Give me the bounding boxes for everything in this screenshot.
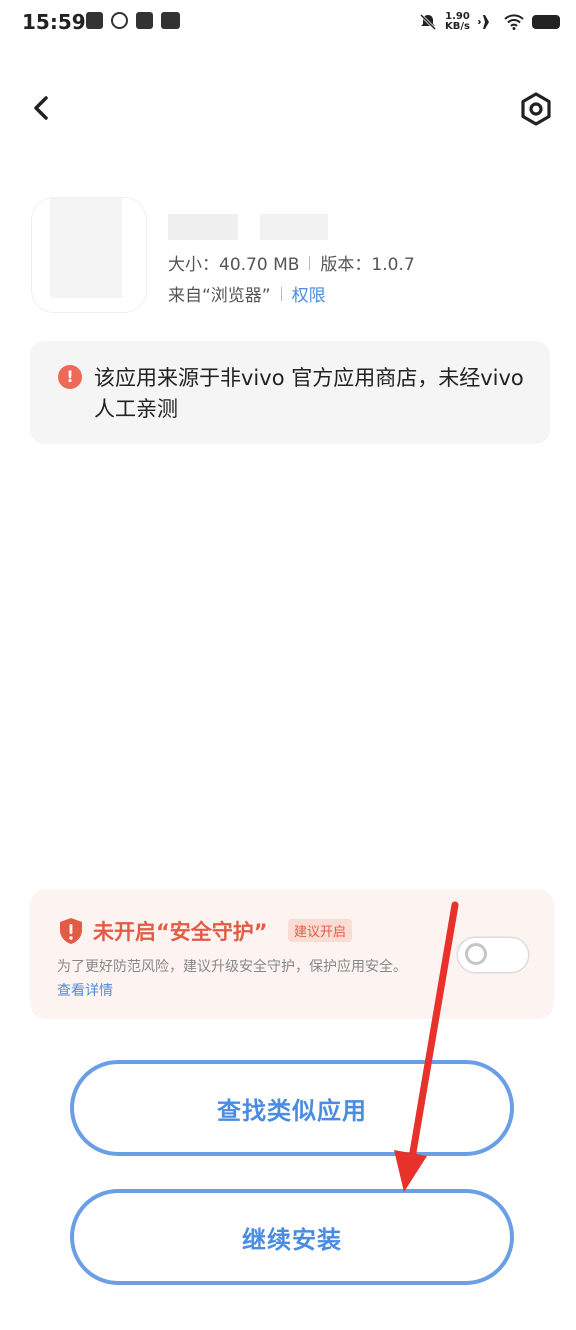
details-link[interactable]: 查看详情: [57, 983, 113, 999]
warning-exclamation-icon: !: [58, 365, 82, 389]
settings-hexagon-icon[interactable]: [516, 89, 556, 129]
app-icon: [111, 12, 128, 29]
mute-icon: [419, 13, 437, 31]
airplane-icon: [478, 15, 495, 29]
redacted-block: [168, 214, 238, 240]
toggle-knob: [465, 943, 487, 965]
status-left-icons: [86, 12, 180, 29]
security-description: 为了更好防范风险，建议升级安全守护，保护应用安全。查看详情: [57, 955, 417, 1003]
source-warning-card: ! 该应用来源于非vivo 官方应用商店，未经vivo人工亲测: [30, 341, 550, 444]
net-speed-unit: KB/s: [445, 21, 470, 32]
security-toggle[interactable]: [458, 938, 528, 972]
find-similar-apps-button[interactable]: 查找类似应用: [70, 1060, 514, 1156]
app-name-redacted: [168, 214, 328, 244]
battery-icon: [532, 15, 560, 29]
redacted-block: [260, 214, 328, 240]
recommend-badge: 建议开启: [288, 919, 353, 942]
app-icon-image: [32, 198, 146, 312]
continue-install-button[interactable]: 继续安装: [70, 1189, 514, 1285]
notification-icon: [86, 12, 103, 29]
blurred-icon-content: [50, 198, 122, 298]
app-meta-source: 来自“浏览器” 权限: [168, 281, 326, 306]
security-description-text: 为了更好防范风险，建议升级安全守护，保护应用安全。: [57, 959, 407, 975]
status-right-icons: 1.90 KB/s: [419, 12, 560, 32]
wifi-icon: [504, 14, 524, 30]
divider: [309, 255, 311, 270]
app-source: 来自“浏览器”: [168, 286, 271, 306]
security-title: 未开启“安全守护”: [93, 920, 268, 944]
divider: [280, 286, 282, 301]
app-version: 版本：1.0.7: [320, 255, 415, 275]
warning-text: 该应用来源于非vivo 官方应用商店，未经vivo人工亲测: [94, 366, 524, 421]
permission-link[interactable]: 权限: [292, 281, 326, 306]
message-icon: [136, 12, 153, 29]
status-time: 15:59: [22, 10, 86, 34]
shield-icon: [60, 918, 82, 944]
net-speed: 1.90 KB/s: [445, 12, 470, 32]
status-bar: 15:59 1.90 KB/s: [0, 0, 576, 44]
security-guard-card: 未开启“安全守护” 建议开启 为了更好防范风险，建议升级安全守护，保护应用安全。…: [30, 889, 554, 1019]
app-meta-size-version: 大小：40.70 MB 版本：1.0.7: [168, 250, 415, 275]
vivo-icon: [161, 12, 180, 29]
app-size: 大小：40.70 MB: [168, 255, 300, 275]
back-arrow-icon[interactable]: [24, 88, 64, 128]
